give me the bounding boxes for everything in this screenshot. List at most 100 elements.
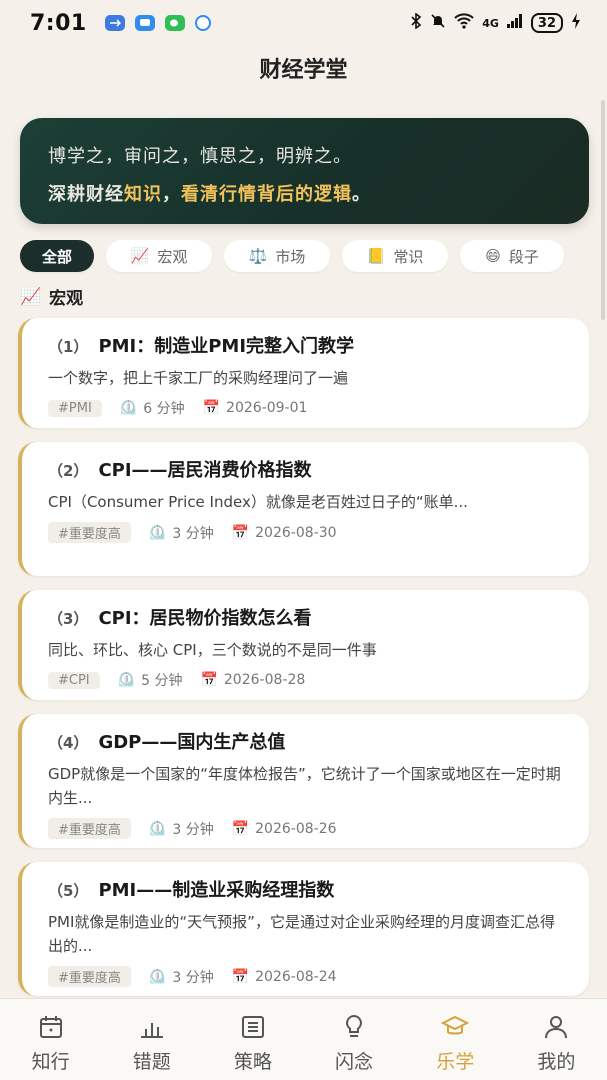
article-tag: #重要度高 [48,966,131,987]
mute-icon [430,13,446,33]
article-list: （1） PMI：制造业PMI完整入门教学 一个数字，把上千家工厂的采购经理问了一… [18,318,589,1010]
article-card[interactable]: （3） CPI：居民物价指数怎么看 同比、环比、核心 CPI，三个数说的不是同一… [18,590,589,700]
article-card[interactable]: （4） GDP——国内生产总值 GDP就像是一个国家的“年度体检报告”，它统计了… [18,714,589,848]
usb-notification-icon [104,15,125,31]
banner-highlight-logic: 看清行情背后的逻辑 [181,184,352,205]
calendar-icon: 📅 [231,968,250,985]
article-index: （2） [48,462,89,480]
publish-date: 📅 2026-08-24 [232,969,337,985]
signal-icon [506,14,523,32]
browser-notification-icon [194,15,211,31]
smile-icon: 😄 [485,247,501,265]
message-notification-icon [134,15,155,31]
network-type: 4G [482,16,499,30]
wechat-notification-icon [164,15,185,31]
banner-text: ， [162,184,181,205]
article-meta: #CPI ⏲️ 5 分钟 📅 2026-08-28 [48,670,561,702]
date-label: 2026-09-01 [226,400,308,416]
chip-knowledge[interactable]: 📒 常识 [342,240,449,272]
publish-date: 📅 2026-09-01 [203,400,308,416]
bottom-tab-bar: 知行 错题 策略 闪念 乐学 我的 [0,998,607,1080]
timer-icon: ⏲️ [119,400,138,416]
article-title: PMI——制造业采购经理指数 [98,880,335,901]
tab-cuoti[interactable]: 错题 [107,1013,197,1074]
banner-line2: 深耕财经知识，看清行情背后的逻辑。 [48,180,561,206]
tab-zhixing[interactable]: 知行 [6,1013,96,1074]
read-time: ⏲️ 3 分钟 [149,819,214,839]
read-time-label: 5 分钟 [141,673,183,689]
article-card[interactable]: （1） PMI：制造业PMI完整入门教学 一个数字，把上千家工厂的采购经理问了一… [18,318,589,428]
tab-label: 乐学 [436,1051,475,1073]
article-desc: 一个数字，把上千家工厂的采购经理问了一遍 [48,369,349,387]
section-header: 📈 宏观 [20,284,84,310]
article-desc: 同比、环比、核心 CPI，三个数说的不是同一件事 [48,641,377,659]
date-label: 2026-08-26 [255,820,337,837]
chip-label: 段子 [508,247,539,266]
chip-all[interactable]: 全部 [20,240,95,272]
timer-icon: ⏲️ [117,672,136,688]
article-title-row: （2） CPI——居民消费价格指数 [48,456,561,482]
chip-label: 常识 [393,247,424,266]
article-title: CPI——居民消费价格指数 [98,460,312,481]
folder-icon: 📒 [366,247,386,265]
date-label: 2026-08-24 [255,968,337,985]
chip-macro[interactable]: 📈 宏观 [106,240,213,272]
publish-date: 📅 2026-08-26 [232,821,337,837]
article-index: （3） [48,610,89,628]
article-desc: CPI（Consumer Price Index）就像是老百姓过日子的“账单..… [48,493,468,511]
article-title-row: （1） PMI：制造业PMI完整入门教学 [48,332,561,358]
calendar-icon: 📅 [231,820,250,837]
article-card[interactable]: （5） PMI——制造业采购经理指数 PMI就像是制造业的“天气预报”，它是通过… [18,862,589,996]
read-time: ⏲️ 5 分钟 [118,670,183,690]
status-bar: 7:01 4G 32 [0,0,607,46]
list-icon [241,1016,264,1038]
chip-label: 宏观 [157,247,188,266]
timer-icon: ⏲️ [148,968,167,985]
article-meta: #重要度高 ⏲️ 3 分钟 📅 2026-08-24 [48,966,561,999]
article-meta: #重要度高 ⏲️ 3 分钟 📅 2026-08-26 [48,818,561,851]
tab-label: 闪念 [335,1051,374,1073]
tab-lexue[interactable]: 乐学 [410,1013,500,1074]
article-index: （4） [48,734,89,752]
read-time-label: 3 分钟 [172,525,214,542]
article-tag: #重要度高 [48,818,131,839]
tab-celue[interactable]: 策略 [208,1013,298,1074]
calendar-icon: 📅 [202,400,221,416]
read-time-label: 3 分钟 [172,821,214,838]
tab-shannian[interactable]: 闪念 [309,1013,399,1074]
battery-indicator: 32 [530,13,563,33]
bluetooth-icon [410,12,422,33]
charging-icon [571,13,581,33]
chip-jokes[interactable]: 😄 段子 [460,240,565,272]
section-title: 宏观 [49,289,84,309]
banner-text: 。 [352,184,371,205]
article-title-row: （5） PMI——制造业采购经理指数 [48,876,561,902]
calendar-icon: 📅 [200,672,218,688]
article-card[interactable]: （2） CPI——居民消费价格指数 CPI（Consumer Price Ind… [18,442,589,576]
article-title: CPI：居民物价指数怎么看 [98,608,312,629]
scrollbar[interactable] [601,100,605,320]
article-index: （1） [48,338,89,356]
timer-icon: ⏲️ [148,820,167,837]
article-title-row: （3） CPI：居民物价指数怎么看 [48,604,561,630]
person-icon [545,1016,568,1039]
article-tag: #PMI [48,399,102,417]
calendar-icon [39,1016,62,1038]
article-title: GDP——国内生产总值 [98,732,286,753]
chip-label: 市场 [275,247,306,266]
timer-icon: ⏲️ [148,524,167,541]
publish-date: 📅 2026-08-28 [200,672,305,688]
trend-chart-icon: 📈 [130,247,150,265]
wifi-icon [454,13,474,33]
chip-label: 全部 [42,247,73,266]
article-index: （5） [48,882,89,900]
tab-wode[interactable]: 我的 [511,1013,601,1074]
article-title-row: （4） GDP——国内生产总值 [48,728,561,754]
chip-market[interactable]: ⚖️ 市场 [224,240,331,272]
tab-label: 策略 [233,1051,272,1073]
banner-text: 深耕财经 [48,184,124,205]
read-time: ⏲️ 3 分钟 [149,523,214,543]
tab-label: 我的 [537,1051,576,1073]
category-filter: 全部 📈 宏观 ⚖️ 市场 📒 常识 😄 段子 [20,240,590,274]
article-tag: #CPI [48,671,100,689]
